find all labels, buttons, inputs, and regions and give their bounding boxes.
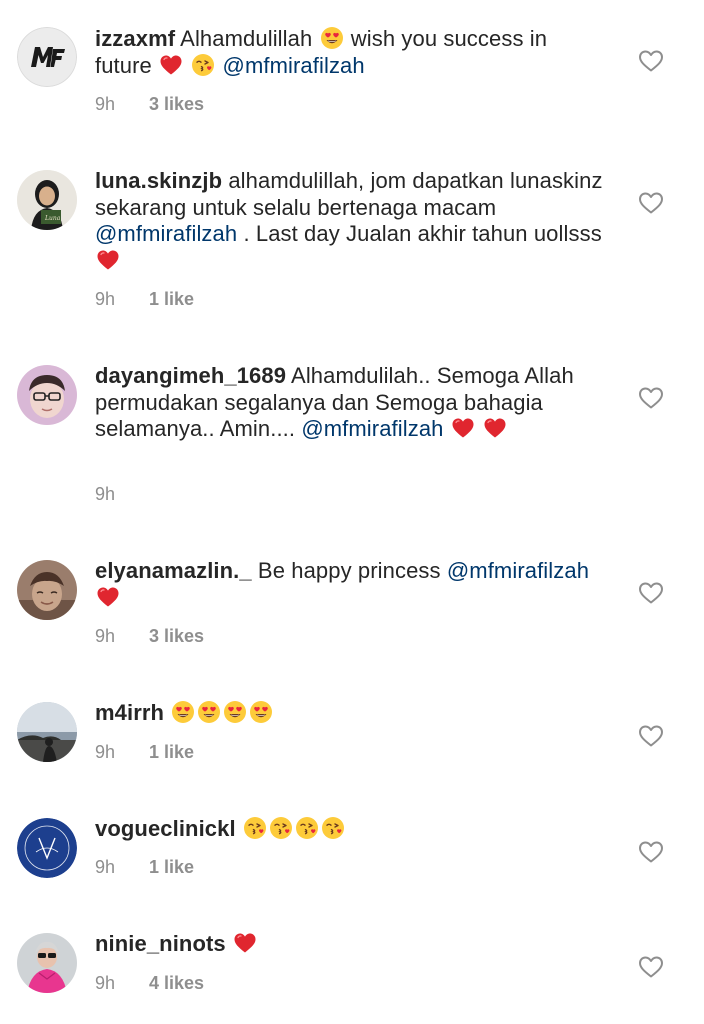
heart-outline-icon bbox=[638, 49, 664, 73]
user-photo-avatar[interactable] bbox=[17, 702, 77, 762]
comment-time: 9h bbox=[95, 94, 116, 114]
comment-body: elyanamazlin._ Be happy princess @mfmira… bbox=[95, 558, 605, 611]
red-heart-emoji bbox=[96, 585, 120, 609]
comment-meta: 9h 3 likes bbox=[95, 626, 204, 647]
like-button[interactable] bbox=[638, 49, 664, 73]
face-blowing-kiss-emoji bbox=[243, 816, 267, 840]
like-button[interactable] bbox=[638, 581, 664, 605]
comment-body: ninie_ninots bbox=[95, 931, 605, 958]
comment-username[interactable]: dayangimeh_1689 bbox=[95, 363, 286, 388]
like-button[interactable] bbox=[638, 840, 664, 864]
heart-outline-icon bbox=[638, 581, 664, 605]
comment-body: dayangimeh_1689 Alhamdulilah.. Semoga Al… bbox=[95, 363, 605, 443]
comment-meta: 9h bbox=[95, 484, 149, 505]
user-photo-avatar[interactable] bbox=[17, 933, 77, 993]
heart-eyes-emoji bbox=[320, 26, 344, 50]
comment-likes[interactable]: 1 like bbox=[149, 857, 194, 877]
user-photo-avatar[interactable] bbox=[17, 365, 77, 425]
face-blowing-kiss-emoji bbox=[321, 816, 345, 840]
heart-eyes-emoji bbox=[171, 700, 195, 724]
mf-logo-avatar[interactable] bbox=[17, 27, 77, 87]
like-button[interactable] bbox=[638, 955, 664, 979]
mention-link[interactable]: @mfmirafilzah bbox=[447, 558, 589, 583]
red-heart-emoji bbox=[483, 416, 507, 440]
comment-body: izzaxmf Alhamdulillah wish you success i… bbox=[95, 26, 605, 79]
comment-meta: 9h 4 likes bbox=[95, 973, 204, 994]
heart-outline-icon bbox=[638, 955, 664, 979]
like-button[interactable] bbox=[638, 191, 664, 215]
comments-list: izzaxmf Alhamdulillah wish you success i… bbox=[0, 0, 704, 1024]
comment-text: . Last day Jualan akhir tahun uollsss bbox=[243, 221, 602, 246]
heart-eyes-emoji bbox=[223, 700, 247, 724]
vogue-logo-avatar[interactable] bbox=[17, 818, 77, 878]
comment-time: 9h bbox=[95, 289, 116, 309]
comment-likes[interactable]: 3 likes bbox=[149, 626, 204, 646]
comment-username[interactable]: m4irrh bbox=[95, 700, 164, 725]
comment-body: luna.skinzjb alhamdulillah, jom dapatkan… bbox=[95, 168, 605, 274]
comment-likes[interactable]: 3 likes bbox=[149, 94, 204, 114]
heart-outline-icon bbox=[638, 386, 664, 410]
comment-time: 9h bbox=[95, 857, 116, 877]
comment-body: m4irrh bbox=[95, 700, 605, 727]
comment-time: 9h bbox=[95, 484, 116, 504]
comment-likes[interactable]: 1 like bbox=[149, 742, 194, 762]
comment-username[interactable]: vogueclinickl bbox=[95, 816, 236, 841]
comment-time: 9h bbox=[95, 626, 116, 646]
red-heart-emoji bbox=[451, 416, 475, 440]
heart-outline-icon bbox=[638, 840, 664, 864]
comment-username[interactable]: luna.skinzjb bbox=[95, 168, 222, 193]
comment-time: 9h bbox=[95, 742, 116, 762]
like-button[interactable] bbox=[638, 386, 664, 410]
face-blowing-kiss-emoji bbox=[191, 53, 215, 77]
comment-likes[interactable]: 1 like bbox=[149, 289, 194, 309]
mention-link[interactable]: @mfmirafilzah bbox=[301, 416, 443, 441]
mention-link[interactable]: @mfmirafilzah bbox=[95, 221, 237, 246]
heart-eyes-emoji bbox=[249, 700, 273, 724]
comment-username[interactable]: ninie_ninots bbox=[95, 931, 226, 956]
heart-eyes-emoji bbox=[197, 700, 221, 724]
comment-username[interactable]: elyanamazlin._ bbox=[95, 558, 252, 583]
svg-text:Luna: Luna bbox=[44, 215, 61, 222]
comment-likes[interactable]: 4 likes bbox=[149, 973, 204, 993]
user-photo-avatar[interactable] bbox=[17, 560, 77, 620]
user-photo-avatar[interactable]: Luna bbox=[17, 170, 77, 230]
red-heart-emoji bbox=[96, 248, 120, 272]
red-heart-emoji bbox=[159, 53, 183, 77]
face-blowing-kiss-emoji bbox=[269, 816, 293, 840]
comment-meta: 9h 1 like bbox=[95, 742, 194, 763]
red-heart-emoji bbox=[233, 931, 257, 955]
comment-text: Alhamdulillah bbox=[180, 26, 313, 51]
comment-username[interactable]: izzaxmf bbox=[95, 26, 175, 51]
heart-outline-icon bbox=[638, 724, 664, 748]
comment-meta: 9h 1 like bbox=[95, 857, 194, 878]
comment-time: 9h bbox=[95, 973, 116, 993]
comment-text: Be happy princess bbox=[257, 558, 441, 583]
mention-link[interactable]: @mfmirafilzah bbox=[223, 53, 365, 78]
face-blowing-kiss-emoji bbox=[295, 816, 319, 840]
comment-body: vogueclinickl bbox=[95, 816, 605, 843]
heart-outline-icon bbox=[638, 191, 664, 215]
comment-meta: 9h 3 likes bbox=[95, 94, 204, 115]
like-button[interactable] bbox=[638, 724, 664, 748]
comment-meta: 9h 1 like bbox=[95, 289, 194, 310]
